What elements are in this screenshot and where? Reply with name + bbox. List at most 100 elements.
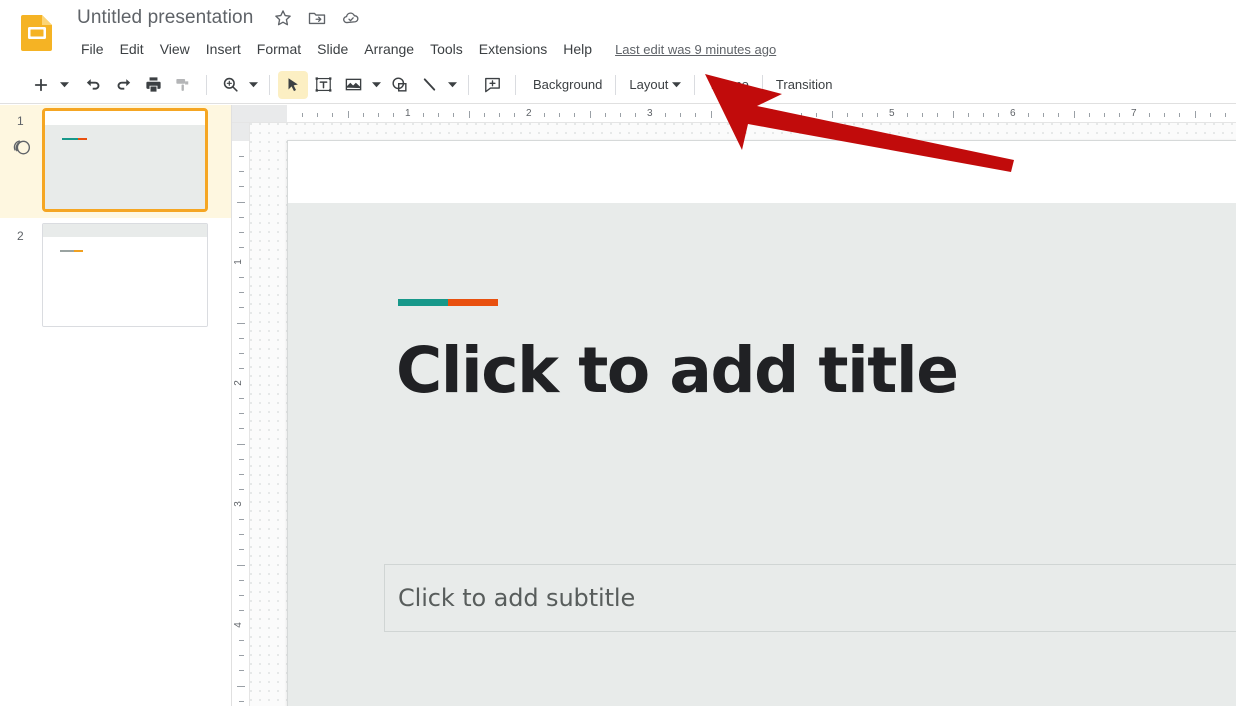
ruler-tick [634,113,636,117]
insert-image-dropdown[interactable] [368,71,384,99]
ruler-number: 1 [232,259,244,265]
zoom-button[interactable] [215,71,245,99]
ruler-tick [423,113,425,117]
insert-shape-button[interactable] [384,71,414,99]
ruler-number: 3 [647,108,653,119]
slide-canvas[interactable]: Click to add title Click to add subtitle [287,140,1236,706]
ruler-tick [237,685,245,687]
ruler-tick [1073,111,1075,118]
menu-tools[interactable]: Tools [422,37,471,61]
ruler-tick [239,609,244,611]
ruler-tick [907,113,909,117]
transition-button[interactable]: Transition [767,72,842,97]
ruler-tick [237,322,245,324]
ruler-tick [604,113,606,117]
ruler-tick [239,549,244,551]
menu-insert[interactable]: Insert [198,37,249,61]
slide-workspace[interactable]: Click to add title Click to add subtitle [250,123,1236,706]
ruler-tick [876,113,878,117]
select-tool-button[interactable] [278,70,308,99]
ruler-tick [861,113,863,117]
ruler-tick [1194,111,1196,118]
subtitle-placeholder-box[interactable]: Click to add subtitle [384,564,1236,632]
ruler-tick [239,246,244,248]
text-box-button[interactable] [308,71,338,99]
ruler-tick [302,113,304,117]
slide-number-1: 1 [17,114,24,128]
google-slides-window: Untitled presentation File Edit View Ins… [0,0,1236,706]
ruler-number: 7 [1131,108,1137,119]
ruler-tick [1058,113,1060,117]
ruler-tick [589,111,591,118]
toolbar-divider-2 [269,74,270,95]
menu-extensions[interactable]: Extensions [471,37,555,61]
toolbar-divider-3 [468,74,469,95]
ruler-tick [498,113,500,117]
ruler-tick [619,113,621,117]
print-button[interactable] [138,71,168,99]
document-title[interactable]: Untitled presentation [75,6,255,30]
theme-button[interactable]: Theme [699,72,757,97]
menu-file[interactable]: File [73,37,112,61]
filmstrip-slide-2[interactable]: 2 [0,218,231,331]
redo-button[interactable] [108,71,138,99]
vertical-ruler[interactable]: 1 2 3 4 [232,123,250,706]
ruler-number: 3 [232,501,244,507]
slide-filmstrip[interactable]: 1 2 [0,105,232,706]
menu-edit[interactable]: Edit [112,37,152,61]
add-comment-button[interactable] [477,71,507,99]
insert-image-button[interactable] [338,71,368,99]
toolbar-divider-4 [515,74,516,95]
ruler-tick [1179,113,1181,117]
ruler-tick [1164,113,1166,117]
new-slide-dropdown[interactable] [56,71,72,99]
ruler-margin-shade-left [232,105,287,122]
ruler-tick [237,201,245,203]
insert-line-button[interactable] [414,71,444,99]
ruler-number: 1 [405,108,411,119]
new-slide-button[interactable] [26,71,56,99]
zoom-dropdown[interactable] [245,71,261,99]
layout-button[interactable]: Layout [620,72,690,97]
last-edit-link[interactable]: Last edit was 9 minutes ago [615,42,776,57]
ruler-tick [786,113,788,117]
ruler-tick [1209,113,1211,117]
star-icon[interactable] [273,8,293,28]
ruler-tick [239,655,244,657]
insert-line-dropdown[interactable] [444,71,460,99]
menu-arrange[interactable]: Arrange [356,37,422,61]
undo-button[interactable] [78,71,108,99]
move-to-folder-icon[interactable] [307,8,327,28]
transition-indicator-icon[interactable] [11,137,33,159]
ruler-margin-shade-top [232,123,249,141]
ruler-tick [801,113,803,117]
menu-slide[interactable]: Slide [309,37,356,61]
menu-view[interactable]: View [152,37,198,61]
ruler-tick [239,352,244,354]
ruler-tick [1149,113,1151,117]
ruler-tick [239,534,244,536]
slide-thumbnail-2[interactable] [42,223,208,327]
menu-format[interactable]: Format [249,37,309,61]
ruler-tick [695,113,697,117]
ruler-tick [239,277,244,279]
ruler-tick [967,113,969,117]
title-placeholder[interactable]: Click to add title [396,334,1236,408]
ruler-tick [483,113,485,117]
ruler-number: 4 [232,622,244,628]
ruler-tick [438,113,440,117]
ruler-tick [937,113,939,117]
ruler-tick [755,113,757,117]
paint-format-button[interactable] [168,71,198,99]
horizontal-ruler[interactable]: 1 2 3 4 5 6 7 [232,105,1236,123]
slide-thumbnail-1[interactable] [42,108,208,212]
ruler-tick [740,113,742,117]
filmstrip-slide-1[interactable]: 1 [0,105,231,218]
slides-logo-icon [21,13,54,51]
ruler-tick [680,113,682,117]
ruler-tick [239,488,244,490]
subtitle-placeholder-text: Click to add subtitle [398,584,636,612]
cloud-saved-icon[interactable] [341,8,361,28]
background-button[interactable]: Background [524,72,611,97]
menu-help[interactable]: Help [555,37,600,61]
